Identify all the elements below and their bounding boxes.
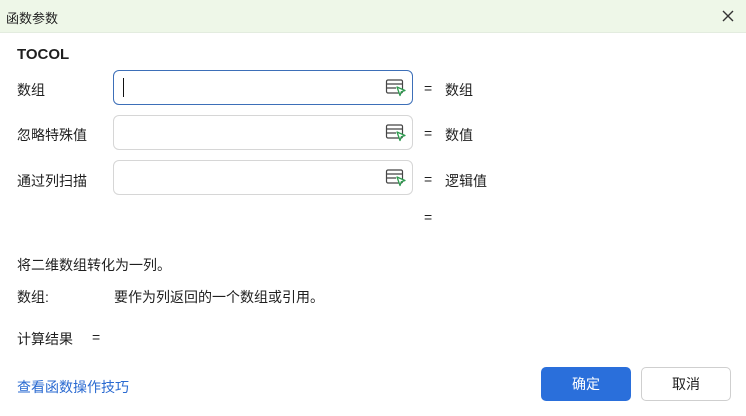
arg-result-scan-by-column: 逻辑值 xyxy=(445,173,487,189)
function-help-link[interactable]: 查看函数操作技巧 xyxy=(17,377,129,397)
equals-sign: = xyxy=(424,125,433,141)
array-input[interactable] xyxy=(122,71,384,104)
ok-button[interactable]: 确定 xyxy=(541,367,631,401)
arg-label-array: 数组 xyxy=(17,82,45,98)
text-caret xyxy=(123,78,124,97)
function-name: TOCOL xyxy=(17,46,70,63)
close-icon xyxy=(722,10,734,22)
arg-label-scan-by-column: 通过列扫描 xyxy=(17,173,87,189)
ignore-input[interactable] xyxy=(122,116,384,149)
arg-label-ignore: 忽略特殊值 xyxy=(17,127,87,143)
range-select-icon[interactable] xyxy=(385,78,407,98)
arg-result-ignore: 数值 xyxy=(445,127,473,143)
scan-by-column-field[interactable] xyxy=(113,160,413,195)
ignore-field[interactable] xyxy=(113,115,413,150)
close-button[interactable] xyxy=(716,4,740,28)
calc-result-equals: = xyxy=(92,329,101,345)
array-field[interactable] xyxy=(113,70,413,105)
function-description: 将二维数组转化为一列。 xyxy=(17,257,171,273)
param-help-name: 数组: xyxy=(17,289,49,305)
equals-sign: = xyxy=(424,171,433,187)
range-select-icon[interactable] xyxy=(385,168,407,188)
function-result-equals: = xyxy=(424,209,433,225)
scan-by-column-input[interactable] xyxy=(122,161,384,194)
range-select-icon[interactable] xyxy=(385,123,407,143)
equals-sign: = xyxy=(424,80,433,96)
param-help-text: 要作为列返回的一个数组或引用。 xyxy=(114,289,324,305)
arg-result-array: 数组 xyxy=(445,82,473,98)
cancel-button[interactable]: 取消 xyxy=(641,367,731,401)
title-bar: 函数参数 xyxy=(0,0,746,33)
calc-result-label: 计算结果 xyxy=(17,331,73,347)
dialog-title: 函数参数 xyxy=(6,11,59,26)
